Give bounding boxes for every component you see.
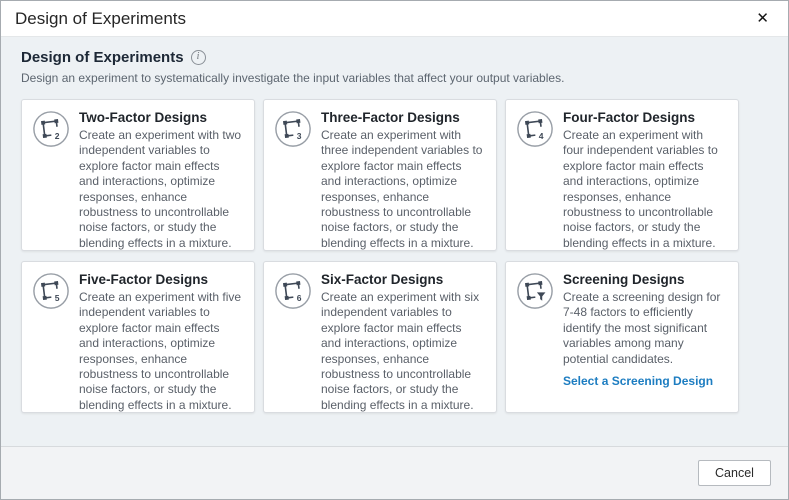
card-title: Six-Factor Designs	[321, 272, 484, 287]
card-three-factor-designs: 3 Three-Factor Designs Create an experim…	[263, 99, 497, 251]
card-title: Screening Designs	[563, 272, 726, 287]
screening-design-icon	[516, 272, 554, 403]
section-heading-row: Design of Experiments i	[21, 49, 768, 66]
card-four-factor-designs: 4 Four-Factor Designs Create an experime…	[505, 99, 739, 251]
funnel-icon	[537, 292, 546, 300]
six-factor-design-icon: 6	[274, 272, 312, 403]
card-body: Two-Factor Designs Create an experiment …	[79, 110, 242, 241]
factor-count-badge: 6	[297, 293, 302, 303]
dialog-title: Design of Experiments	[15, 9, 751, 29]
dialog-titlebar: Design of Experiments ✕	[1, 1, 788, 37]
five-factor-design-icon: 5	[32, 272, 70, 403]
card-body: Six-Factor Designs Create an experiment …	[321, 272, 484, 403]
three-factor-design-icon: 3	[274, 110, 312, 241]
factor-count-badge: 2	[55, 131, 60, 141]
cancel-button[interactable]: Cancel	[698, 460, 771, 486]
card-five-factor-designs: 5 Five-Factor Designs Create an experime…	[21, 261, 255, 413]
card-body: Five-Factor Designs Create an experiment…	[79, 272, 242, 403]
card-body: Four-Factor Designs Create an experiment…	[563, 110, 726, 241]
close-icon[interactable]: ✕	[751, 9, 774, 28]
card-body: Screening Designs Create a screening des…	[563, 272, 726, 403]
section-title: Design of Experiments	[21, 49, 184, 66]
card-two-factor-designs: 2 Two-Factor Designs Create an experimen…	[21, 99, 255, 251]
card-title: Two-Factor Designs	[79, 110, 242, 125]
card-six-factor-designs: 6 Six-Factor Designs Create an experimen…	[263, 261, 497, 413]
info-icon[interactable]: i	[191, 50, 206, 65]
card-body: Three-Factor Designs Create an experimen…	[321, 110, 484, 241]
card-description: Create an experiment with three independ…	[321, 128, 484, 251]
card-title: Five-Factor Designs	[79, 272, 242, 287]
card-title: Four-Factor Designs	[563, 110, 726, 125]
two-factor-design-icon: 2	[32, 110, 70, 241]
design-of-experiments-dialog: Design of Experiments ✕ Design of Experi…	[0, 0, 789, 500]
card-description: Create an experiment with two independen…	[79, 128, 242, 251]
design-cards-grid: 2 Two-Factor Designs Create an experimen…	[21, 99, 768, 413]
four-factor-design-icon: 4	[516, 110, 554, 241]
card-screening-designs: Screening Designs Create a screening des…	[505, 261, 739, 413]
section-subtitle: Design an experiment to systematically i…	[21, 71, 768, 85]
card-description: Create an experiment with five independe…	[79, 290, 242, 413]
dialog-content: Design of Experiments i Design an experi…	[1, 37, 788, 446]
select-screening-design-link[interactable]: Select a Screening Design	[563, 374, 713, 388]
factor-count-badge: 3	[297, 131, 302, 141]
card-title: Three-Factor Designs	[321, 110, 484, 125]
card-description: Create an experiment with six independen…	[321, 290, 484, 413]
factor-count-badge: 5	[55, 293, 60, 303]
dialog-footer: Cancel	[1, 446, 788, 499]
card-description: Create an experiment with four independe…	[563, 128, 726, 251]
card-description: Create a screening design for 7-48 facto…	[563, 290, 726, 367]
factor-count-badge: 4	[539, 131, 544, 141]
